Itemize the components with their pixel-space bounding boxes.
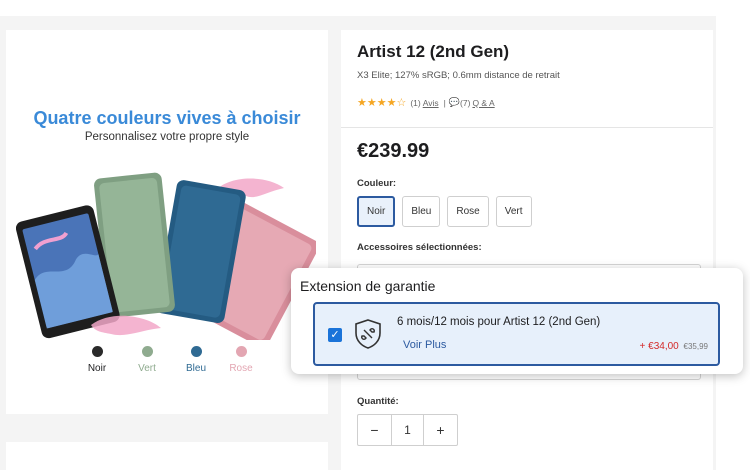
swatch-noir-label: Noir bbox=[87, 363, 107, 374]
image-headline: Quatre couleurs vives à choisir bbox=[33, 108, 301, 128]
swatch-rose-label: Rose bbox=[229, 363, 253, 374]
swatch-vert-dot bbox=[141, 346, 153, 357]
review-count: (1) bbox=[410, 97, 421, 108]
shield-wrench-icon bbox=[355, 319, 381, 349]
qa-icon: 💬 bbox=[448, 97, 461, 107]
quantity-decrease-button[interactable]: − bbox=[358, 415, 391, 445]
top-strip bbox=[0, 0, 750, 16]
see-more-link[interactable]: Voir Plus bbox=[403, 339, 446, 351]
product-price: €239.99 bbox=[357, 140, 430, 162]
rating-row: ★★★★☆ (1) Avis | 💬 (7) Q & A bbox=[357, 96, 497, 109]
qa-count: (7) bbox=[460, 97, 471, 108]
swatch-noir[interactable]: Noir bbox=[72, 346, 122, 374]
warranty-checkbox[interactable]: ✓ bbox=[328, 328, 342, 342]
product-info-panel: Artist 12 (2nd Gen) X3 Elite; 127% sRGB;… bbox=[341, 30, 713, 470]
image-subline: Personnalisez votre propre style bbox=[84, 131, 250, 143]
warranty-option[interactable]: ✓ 6 mois/12 mois pour Artist 12 (2nd Gen… bbox=[313, 302, 720, 366]
swatch-bleu-label: Bleu bbox=[185, 363, 206, 374]
warranty-popup: Extension de garantie ✓ 6 mois/12 mois p… bbox=[291, 268, 743, 374]
quantity-stepper: − 1 + bbox=[357, 414, 458, 446]
swatch-rose-dot bbox=[235, 346, 247, 357]
warranty-price: + €34,00 €35,99 bbox=[640, 341, 708, 352]
divider bbox=[341, 127, 713, 128]
popup-title: Extension de garantie bbox=[300, 278, 436, 294]
warranty-name: 6 mois/12 mois pour Artist 12 (2nd Gen) bbox=[397, 316, 601, 328]
color-options: Noir Bleu Rose Vert bbox=[357, 196, 532, 227]
product-title: Artist 12 (2nd Gen) bbox=[357, 42, 510, 61]
rating-separator: | bbox=[443, 97, 446, 108]
quantity-label: Quantité: bbox=[357, 396, 399, 407]
warranty-new-price: + €34,00 bbox=[639, 341, 679, 352]
color-option-noir[interactable]: Noir bbox=[357, 196, 396, 227]
swatch-rose[interactable]: Rose bbox=[216, 346, 266, 374]
color-option-bleu[interactable]: Bleu bbox=[402, 196, 441, 227]
qa-link[interactable]: Q & A bbox=[472, 98, 494, 108]
swatch-bleu-dot bbox=[190, 346, 202, 357]
reviews-link[interactable]: Avis bbox=[423, 98, 439, 108]
color-option-rose[interactable]: Rose bbox=[447, 196, 489, 227]
tablets-illustration bbox=[16, 172, 316, 340]
swatch-bleu[interactable]: Bleu bbox=[171, 346, 221, 374]
swatch-noir-dot bbox=[91, 346, 103, 357]
color-label: Couleur: bbox=[357, 178, 397, 189]
swatch-vert[interactable]: Vert bbox=[122, 346, 172, 374]
accessories-label: Accessoires sélectionnées: bbox=[357, 242, 482, 253]
color-option-vert[interactable]: Vert bbox=[495, 196, 532, 227]
quantity-input[interactable]: 1 bbox=[391, 415, 424, 445]
swatch-vert-label: Vert bbox=[138, 363, 156, 374]
warranty-old-price: €35,99 bbox=[683, 342, 708, 351]
product-specs: X3 Elite; 127% sRGB; 0.6mm distance de r… bbox=[357, 70, 560, 81]
bottom-left-strip bbox=[6, 442, 328, 470]
color-swatches: Noir Vert Bleu Rose bbox=[6, 346, 328, 386]
rating-stars: ★★★★☆ bbox=[357, 97, 407, 109]
product-image-panel: Quatre couleurs vives à choisir Personna… bbox=[6, 30, 328, 414]
quantity-increase-button[interactable]: + bbox=[424, 415, 457, 445]
